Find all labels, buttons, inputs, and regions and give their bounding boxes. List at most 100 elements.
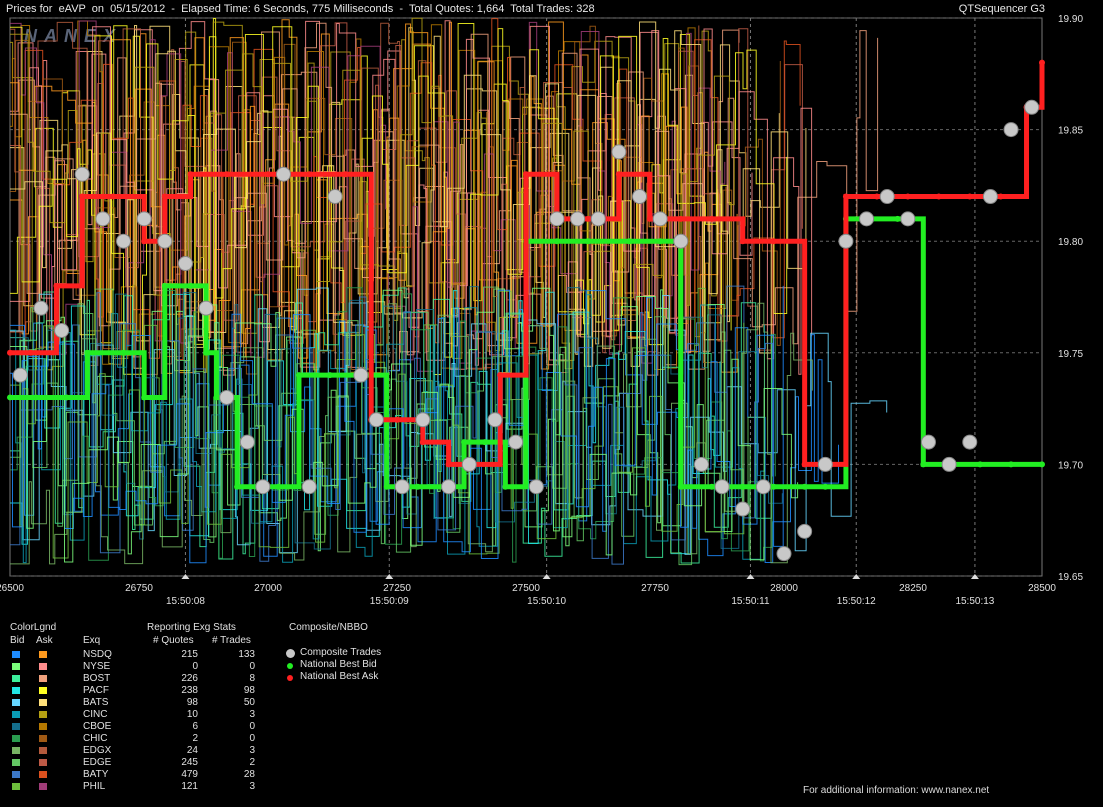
quote-count: 238 [181, 685, 198, 696]
national-best-ask-point [110, 193, 117, 200]
national-best-bid-point [326, 372, 333, 379]
y-tick-label: 19.70 [1058, 460, 1083, 471]
national-best-ask-point [935, 193, 942, 200]
national-best-ask-point [646, 215, 653, 222]
exq-name: CBOE [83, 721, 112, 732]
composite-trade-marker [611, 144, 627, 160]
nbbo-header: Composite/NBBO [289, 622, 368, 633]
composite-trade-marker [528, 479, 544, 495]
quote-count: 121 [181, 781, 198, 792]
national-best-bid-point [770, 483, 777, 490]
national-best-bid-point [801, 483, 808, 490]
ask-swatch [39, 663, 47, 670]
national-best-bid-point [414, 483, 421, 490]
composite-trade-marker [797, 523, 813, 539]
y-tick-label: 19.90 [1058, 14, 1083, 25]
composite-trade-marker [95, 211, 111, 227]
quote-count: 10 [186, 709, 198, 720]
national-best-bid-point [32, 394, 39, 401]
composite-trade-marker [570, 211, 586, 227]
national-best-ask-point [223, 171, 230, 178]
quote-count: 6 [192, 721, 198, 732]
exq-name: EDGE [83, 757, 112, 768]
quote-count: 479 [181, 769, 198, 780]
national-best-bid-point [1008, 461, 1015, 468]
national-best-bid-point [187, 282, 194, 289]
composite-trade-marker [461, 456, 477, 472]
national-best-ask-point [27, 349, 34, 356]
bid-header: Bid [10, 635, 25, 646]
national-best-bid-point [708, 483, 715, 490]
national-best-ask-point [801, 461, 808, 468]
y-tick-label: 19.65 [1058, 572, 1083, 583]
national-best-ask-point [677, 215, 684, 222]
composite-trade-marker [441, 479, 457, 495]
ask-swatch [39, 711, 47, 718]
time-label: 15:50:08 [166, 596, 205, 607]
time-label: 15:50:11 [731, 596, 770, 607]
x-tick-label: 28000 [770, 583, 798, 594]
composite-trade-marker [301, 479, 317, 495]
national-best-ask-point [53, 282, 60, 289]
national-best-bid-point [234, 483, 241, 490]
x-tick-label: 27750 [641, 583, 669, 594]
ask-swatch [39, 747, 47, 754]
x-tick-label: 27250 [383, 583, 411, 594]
national-best-ask-point [394, 416, 400, 423]
composite-trade-marker [239, 434, 255, 450]
national-best-bid-point [161, 282, 168, 289]
trade-count: 98 [243, 685, 255, 696]
national-best-ask-point [873, 193, 880, 200]
composite-trade-marker [776, 546, 792, 562]
national-best-ask-point [997, 193, 1004, 200]
trade-count: 28 [243, 769, 255, 780]
quote-count: 98 [186, 697, 198, 708]
composite-trade-marker [920, 434, 936, 450]
trade-count: 3 [249, 745, 255, 756]
quote-count: 0 [192, 661, 198, 672]
trade-count: 50 [243, 697, 255, 708]
composite-trade-marker [859, 211, 875, 227]
national-best-bid-point [677, 483, 684, 490]
composite-trade-marker [632, 189, 648, 205]
composite-trade-marker [1003, 122, 1019, 138]
national-best-bid-point [461, 439, 468, 446]
composite-trade-marker [693, 456, 709, 472]
composite-trade-marker [879, 189, 895, 205]
bid-swatch [12, 663, 20, 670]
trade-count: 3 [249, 781, 255, 792]
bid-swatch [12, 675, 20, 682]
x-tick-label: 27000 [254, 583, 282, 594]
composite-trade-marker [1024, 99, 1040, 115]
ask-swatch [39, 723, 47, 730]
nbbo-swatch [287, 663, 293, 669]
nbbo-swatch [287, 675, 293, 681]
composite-trade-marker [755, 479, 771, 495]
national-best-ask-point [306, 171, 313, 178]
composite-trade-marker [368, 412, 384, 428]
exq-name: CINC [83, 709, 108, 720]
composite-trade-marker [735, 501, 751, 517]
exq-name: NSDQ [83, 649, 112, 660]
national-best-ask-point [770, 238, 777, 245]
price-chart: NANEX 19.9019.8519.8019.7519.7019.65 265… [0, 14, 1083, 607]
trade-count: 0 [249, 721, 255, 732]
composite-trade-marker [255, 479, 271, 495]
quote-count: 2 [192, 733, 198, 744]
national-best-bid-point [977, 461, 984, 468]
national-best-bid-point [383, 483, 390, 490]
composite-trade-marker [327, 189, 343, 205]
composite-trade-marker [177, 256, 193, 272]
composite-trade-marker [590, 211, 606, 227]
time-label: 15:50:09 [370, 596, 409, 607]
stats-header: Reporting Exg Stats [147, 622, 236, 633]
national-best-ask-point [497, 372, 504, 379]
composite-trade-marker [487, 412, 503, 428]
quote-count: 24 [186, 745, 198, 756]
bid-swatch [12, 747, 20, 754]
composite-trade-marker [838, 233, 854, 249]
national-best-bid-point [84, 349, 91, 356]
national-best-bid-point [626, 238, 633, 245]
exq-name: NYSE [83, 661, 111, 672]
nbbo-label: Composite Trades [300, 647, 382, 658]
